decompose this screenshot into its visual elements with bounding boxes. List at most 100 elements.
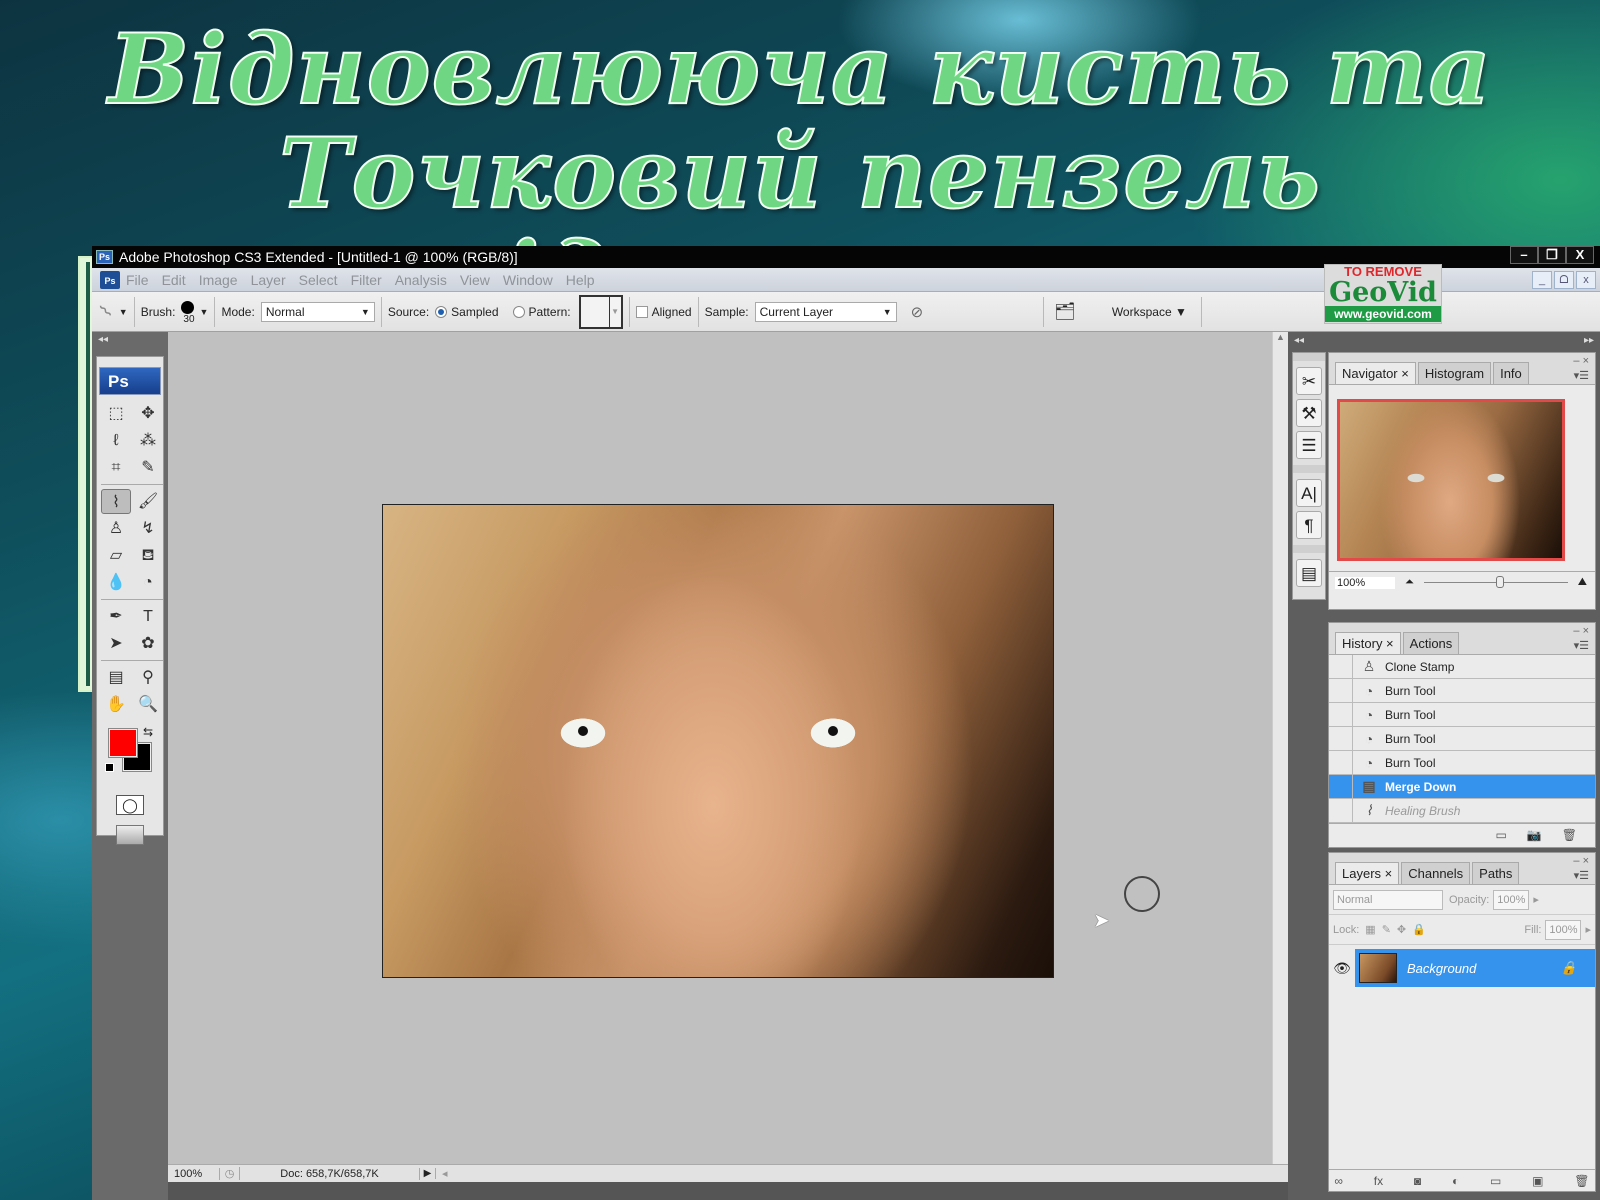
visibility-eye-icon[interactable]: 👁 [1329,960,1355,977]
panel-menu-icon[interactable]: ▾☰ [1574,869,1589,882]
add-mask-icon[interactable]: ◙ [1414,1174,1421,1188]
marquee-tool-icon[interactable]: ⬚ [101,401,131,426]
history-source-checkbox[interactable] [1329,678,1353,703]
move-tool-icon[interactable]: ✥ [133,401,163,426]
brush-picker[interactable]: 30 ▼ [181,301,209,325]
opacity-arrow[interactable]: ▸ [1533,893,1539,906]
menu-filter[interactable]: Filter [351,272,382,288]
slice-tool-icon[interactable]: ✎ [133,455,163,480]
history-source-checkbox[interactable] [1329,798,1353,823]
tab-info[interactable]: Info [1493,362,1529,384]
history-item[interactable]: ⌇ Healing Brush [1329,798,1595,823]
opacity-input[interactable]: 100% [1493,889,1530,910]
mode-select[interactable]: Normal ▼ [260,301,375,322]
menu-select[interactable]: Select [299,272,338,288]
history-item[interactable]: ◔ Burn Tool [1329,678,1595,703]
create-snapshot-icon[interactable]: 📷 [1527,828,1542,842]
menu-analysis[interactable]: Analysis [395,272,447,288]
swap-colors-icon[interactable]: ⇆ [143,725,153,739]
brushes-icon[interactable]: ⚒ [1296,399,1322,427]
tab-channels[interactable]: Channels [1401,862,1471,884]
brush-dropdown-arrow[interactable]: ▼ [200,307,209,317]
menu-view[interactable]: View [460,272,490,288]
minimize-button[interactable]: – [1510,246,1538,264]
document-canvas[interactable]: ➤ [168,332,1272,1164]
zoom-slider[interactable] [1423,576,1568,588]
delete-layer-icon[interactable]: 🗑 [1574,1174,1589,1188]
delete-state-icon[interactable]: 🗑 [1562,828,1577,842]
layer-comps-icon[interactable]: ▤ [1296,559,1322,587]
zoom-slider-knob[interactable] [1495,576,1504,588]
lock-transparency-icon[interactable]: ▦ [1365,923,1375,936]
foreground-color-swatch[interactable] [109,729,137,757]
dodge-tool-icon[interactable]: ◔ [133,570,163,595]
clone-source-icon[interactable]: ☰ [1296,431,1322,459]
healing-brush-preset-icon[interactable]: ⌇ [96,301,117,322]
zoom-tool-icon[interactable]: 🔍 [133,692,163,717]
panel-minimize-close[interactable]: – × [1573,855,1589,867]
screen-mode-button[interactable] [116,825,144,845]
character-icon[interactable]: A| [1296,479,1322,507]
tab-paths[interactable]: Paths [1472,862,1520,884]
pen-tool-icon[interactable]: ✒ [101,604,131,629]
doc-minimize-button[interactable]: _ [1532,271,1552,289]
type-tool-icon[interactable]: T [133,604,163,629]
lock-position-icon[interactable]: ✥ [1397,923,1406,936]
status-menu-arrow[interactable]: ▶ [420,1168,436,1179]
clone-stamp-tool-icon[interactable]: ♙ [101,516,131,541]
navigator-preview[interactable] [1337,399,1565,561]
ignore-adjustment-layers-icon[interactable]: ⊘ [911,303,924,321]
history-source-checkbox[interactable] [1329,654,1353,679]
scroll-up-arrow[interactable]: ▲ [1273,332,1288,342]
link-layers-icon[interactable]: ∞ [1334,1174,1343,1188]
history-item[interactable]: ▤ Merge Down [1329,774,1595,799]
horizontal-scrollbar[interactable]: ◂ [436,1167,1288,1180]
tab-navigator[interactable]: Navigator × [1335,362,1416,384]
lasso-tool-icon[interactable]: ℓ [101,428,131,453]
dock-expand-button[interactable]: ▸▸ [1584,332,1594,350]
fill-input[interactable]: 100% [1545,919,1582,940]
crop-tool-icon[interactable]: ⌗ [101,455,131,480]
panel-minimize-close[interactable]: – × [1573,625,1589,637]
vertical-scrollbar[interactable]: ▲ [1272,332,1288,1164]
menu-help[interactable]: Help [566,272,595,288]
blend-mode-select[interactable]: Normal [1333,889,1443,910]
layer-selected[interactable]: Background 🔒 [1355,949,1595,987]
history-source-checkbox[interactable] [1329,750,1353,775]
menu-file[interactable]: File [126,272,149,288]
history-item[interactable]: ◔ Burn Tool [1329,702,1595,727]
quick-mask-button[interactable]: ◯ [116,795,144,815]
source-sampled-radio[interactable]: Sampled [435,304,499,319]
document-image[interactable] [382,504,1054,978]
fx-icon[interactable]: fx [1374,1174,1383,1188]
restore-button[interactable]: ❐ [1538,246,1566,264]
menu-image[interactable]: Image [199,272,238,288]
default-colors-icon[interactable] [105,763,114,772]
navigator-zoom-input[interactable]: 100% [1335,576,1395,589]
dock-collapse-button[interactable]: ◂◂ [1294,332,1304,350]
panel-minimize-close[interactable]: – × [1573,355,1589,367]
history-item[interactable]: ♙ Clone Stamp [1329,654,1595,679]
magic-wand-tool-icon[interactable]: ⁂ [133,428,163,453]
menu-window[interactable]: Window [503,272,553,288]
adjustment-layer-icon[interactable]: ◐ [1452,1174,1459,1188]
workspace-button[interactable]: Workspace ▼ [1112,305,1187,319]
panel-menu-icon[interactable]: ▾☰ [1574,369,1589,382]
custom-shape-tool-icon[interactable]: ✿ [133,631,163,656]
lock-pixels-icon[interactable]: ✎ [1382,923,1391,936]
status-zoom[interactable]: 100% [168,1167,220,1180]
tab-actions[interactable]: Actions [1402,632,1460,654]
history-source-checkbox[interactable] [1329,726,1353,751]
tab-history[interactable]: History × [1335,632,1401,654]
doc-restore-button[interactable]: ᗝ [1554,271,1574,289]
panel-menu-icon[interactable]: ▾☰ [1574,639,1589,652]
menu-layer[interactable]: Layer [251,272,286,288]
paint-bucket-tool-icon[interactable]: ⛾ [133,543,163,568]
pattern-picker[interactable]: ▼ [578,294,623,329]
history-source-checkbox[interactable] [1329,702,1353,727]
source-pattern-radio[interactable]: Pattern: [512,304,571,319]
path-selection-tool-icon[interactable]: ➤ [101,631,131,656]
toolbox-collapse-button[interactable]: ◂◂ [92,332,168,348]
tab-histogram[interactable]: Histogram [1417,362,1492,384]
fill-arrow[interactable]: ▸ [1585,923,1591,936]
